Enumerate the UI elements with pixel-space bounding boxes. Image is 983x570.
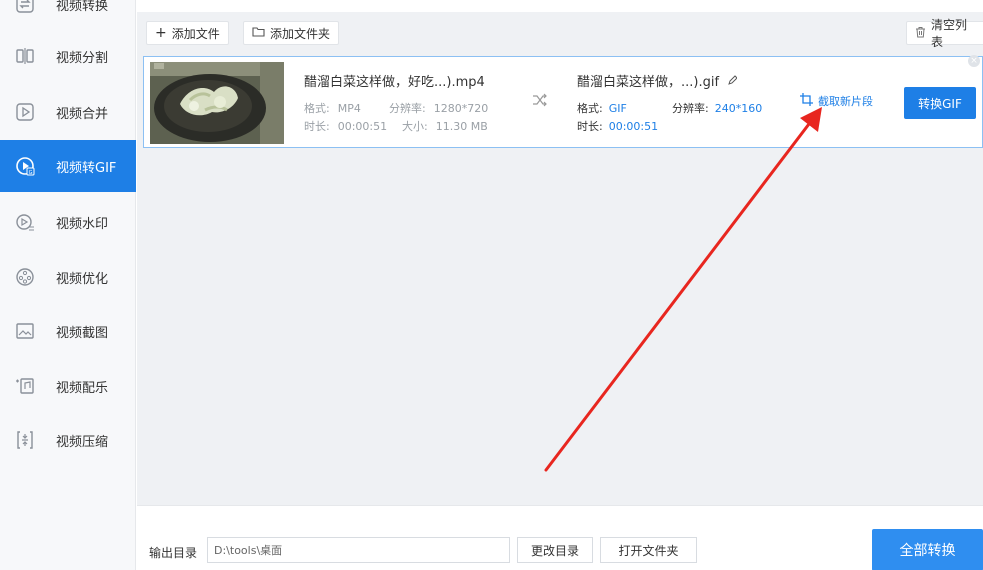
- add-folder-button[interactable]: 添加文件夹: [243, 21, 340, 45]
- sidebar-item-label: 视频配乐: [56, 380, 109, 396]
- folder-icon: [252, 26, 265, 40]
- main-panel: + 添加文件 添加文件夹 清空列表 醋溜白菜这样做，好吃...).mp4 格式:…: [137, 0, 983, 570]
- convert-icon: [14, 0, 36, 15]
- resolution-value: 1280*720: [433, 102, 489, 115]
- plus-icon: +: [155, 25, 167, 41]
- format-label: 格式:: [304, 102, 330, 115]
- video-thumbnail: [150, 62, 284, 144]
- source-duration: 时长: 00:00:51: [304, 118, 387, 134]
- size-value: 11.30 MB: [435, 120, 488, 133]
- target-resolution-label: 分辨率:: [672, 102, 709, 115]
- compress-icon: [14, 429, 36, 451]
- sidebar-item-label: 视频压缩: [56, 434, 109, 450]
- resolution-label: 分辨率:: [389, 102, 426, 115]
- output-dir-input[interactable]: [207, 537, 510, 563]
- add-file-label: 添加文件: [171, 26, 220, 41]
- file-row[interactable]: 醋溜白菜这样做，好吃...).mp4 格式: MP4 分辨率: 1280*720 时…: [143, 55, 983, 148]
- target-format-label: 格式:: [577, 102, 603, 115]
- add-file-button[interactable]: + 添加文件: [146, 21, 229, 45]
- sidebar: 视频转换 视频分割 视频合并 G 视频转GIF 视频水印 视频优化 视频截图 视…: [0, 0, 136, 570]
- trash-icon: [915, 26, 926, 41]
- target-file-name-text: 醋溜白菜这样做，...).gif: [577, 75, 720, 90]
- open-folder-button[interactable]: 打开文件夹: [600, 537, 697, 563]
- split-icon: [14, 45, 36, 67]
- sidebar-item-video-watermark[interactable]: 视频水印: [0, 196, 136, 248]
- change-dir-button[interactable]: 更改目录: [517, 537, 593, 563]
- convert-all-button[interactable]: 全部转换: [872, 529, 983, 570]
- sidebar-item-video-music[interactable]: 视频配乐: [0, 360, 136, 412]
- sidebar-item-video-to-gif[interactable]: G 视频转GIF: [0, 140, 136, 192]
- sidebar-item-video-screenshot[interactable]: 视频截图: [0, 305, 136, 357]
- remove-file-icon[interactable]: ×: [968, 55, 980, 67]
- toolbar: + 添加文件 添加文件夹 清空列表: [137, 12, 983, 52]
- sidebar-item-label: 视频优化: [56, 271, 109, 287]
- add-folder-label: 添加文件夹: [270, 26, 331, 41]
- source-resolution: 分辨率: 1280*720: [389, 100, 488, 116]
- format-value: MP4: [337, 102, 361, 115]
- svg-text:G: G: [29, 170, 33, 176]
- clear-list-label: 清空列表: [931, 18, 968, 49]
- output-dir-label: 输出目录: [149, 546, 198, 560]
- shuffle-icon: [532, 93, 548, 111]
- source-format: 格式: MP4: [304, 100, 361, 116]
- crop-label: 截取新片段: [818, 95, 873, 108]
- sidebar-item-video-optimize[interactable]: 视频优化: [0, 251, 136, 303]
- convert-gif-button[interactable]: 转换GIF: [904, 87, 976, 119]
- target-resolution: 分辨率: 240*160: [672, 100, 762, 116]
- merge-icon: [14, 101, 36, 123]
- sidebar-item-video-merge[interactable]: 视频合并: [0, 86, 136, 138]
- source-file-name: 醋溜白菜这样做，好吃...).mp4: [304, 75, 485, 90]
- sidebar-item-label: 视频合并: [56, 106, 109, 122]
- sidebar-item-video-split[interactable]: 视频分割: [0, 30, 136, 82]
- target-format: 格式: GIF: [577, 100, 627, 116]
- duration-label: 时长:: [304, 120, 330, 133]
- sidebar-item-label: 视频转GIF: [56, 160, 117, 176]
- target-format-value[interactable]: GIF: [609, 102, 627, 115]
- target-duration-value: 00:00:51: [608, 120, 659, 133]
- screenshot-icon: [14, 320, 36, 342]
- target-duration-label: 时长:: [577, 120, 603, 133]
- edit-name-icon[interactable]: [727, 75, 738, 90]
- optimize-icon: [14, 266, 36, 288]
- crop-new-clip-link[interactable]: 截取新片段: [800, 93, 873, 109]
- size-label: 大小:: [402, 120, 428, 133]
- clear-list-button[interactable]: 清空列表: [906, 18, 983, 49]
- target-file-name: 醋溜白菜这样做，...).gif: [577, 71, 738, 90]
- sidebar-item-label: 视频分割: [56, 50, 109, 66]
- sidebar-item-video-compress[interactable]: 视频压缩: [0, 414, 136, 466]
- watermark-icon: [14, 211, 36, 233]
- gif-icon: G: [14, 155, 36, 177]
- duration-value: 00:00:51: [337, 120, 388, 133]
- source-size: 大小: 11.30 MB: [402, 118, 488, 134]
- crop-icon: [800, 93, 814, 109]
- sidebar-item-label: 视频截图: [56, 325, 109, 341]
- sidebar-item-label: 视频水印: [56, 216, 109, 232]
- top-strip: [137, 0, 983, 12]
- music-icon: [14, 375, 36, 397]
- target-duration: 时长: 00:00:51: [577, 118, 658, 134]
- target-resolution-value[interactable]: 240*160: [715, 102, 763, 115]
- output-bar: 输出目录 更改目录 打开文件夹 全部转换: [137, 505, 983, 570]
- sidebar-item-video-convert[interactable]: 视频转换: [0, 0, 136, 30]
- sidebar-item-label: 视频转换: [56, 0, 109, 14]
